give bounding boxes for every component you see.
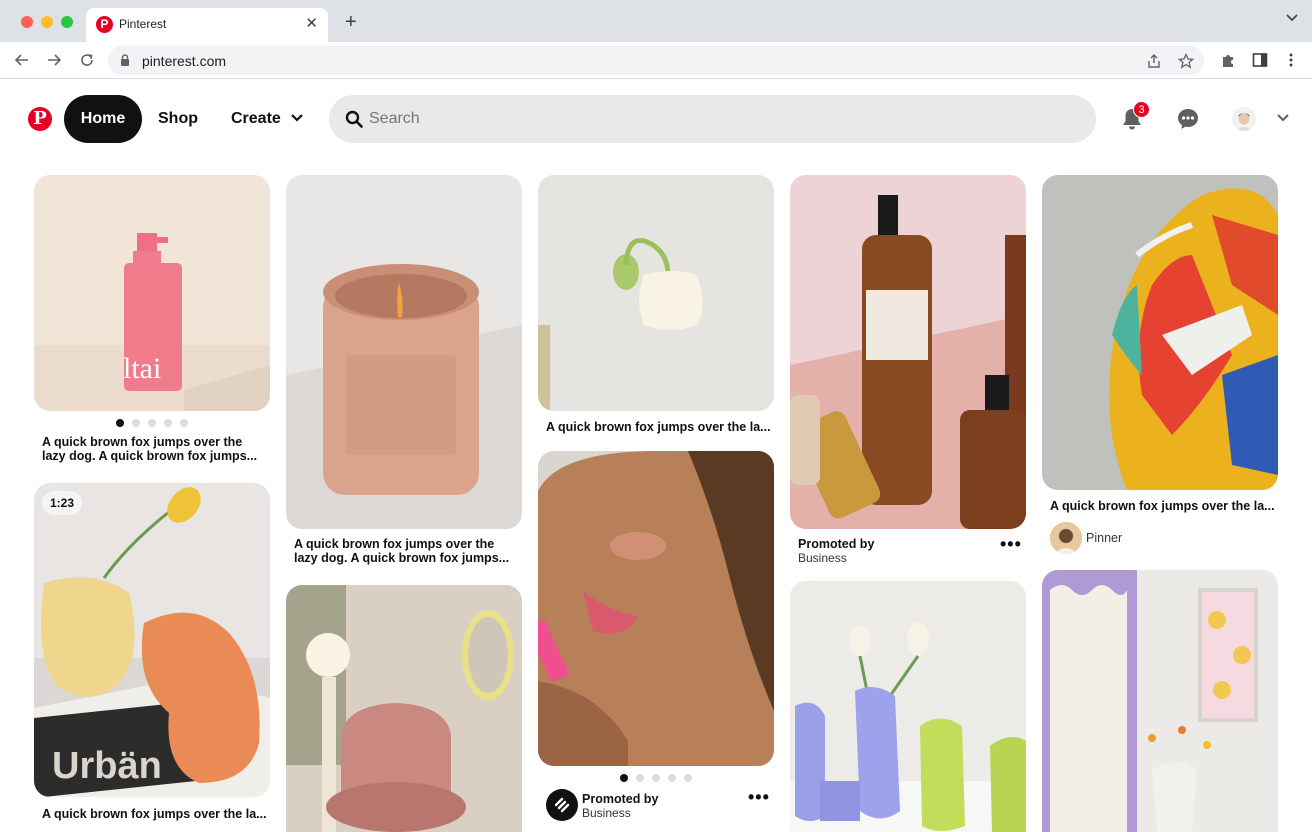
wall-sconce-image xyxy=(538,175,774,411)
serum-carousel-dots[interactable] xyxy=(116,419,188,427)
pin-caption-serum[interactable]: A quick brown fox jumps over the lazy do… xyxy=(42,435,257,463)
vases-tulip-image: Urbän xyxy=(34,483,270,797)
pin-image-sneaker[interactable] xyxy=(1042,175,1278,490)
nav-create-dropdown[interactable]: Create xyxy=(231,110,281,128)
search-bar[interactable] xyxy=(329,95,1096,143)
caption-line: lazy dog. A quick brown fox jumps... xyxy=(42,449,258,463)
carousel-dot[interactable] xyxy=(164,419,172,427)
minimize-window-button[interactable] xyxy=(41,16,53,28)
pinterest-favicon-icon: P xyxy=(96,16,113,33)
side-panel-icon[interactable] xyxy=(1252,52,1268,68)
tab-title: Pinterest xyxy=(119,17,167,31)
user-avatar[interactable] xyxy=(1232,107,1256,131)
pin-image-candle[interactable] xyxy=(286,175,522,529)
back-arrow-icon[interactable] xyxy=(13,51,31,69)
avatar-face-image xyxy=(1232,107,1256,131)
browser-menu-kebab-icon[interactable] xyxy=(1283,52,1299,68)
pin-caption-vases[interactable]: A quick brown fox jumps over the la... xyxy=(42,807,267,821)
caption-line: A quick brown fox jumps over the xyxy=(294,537,495,551)
logo-glyph: P xyxy=(33,108,47,129)
pinner-name[interactable]: Pinner xyxy=(1086,531,1122,545)
svg-text:Urbän: Urbän xyxy=(52,745,162,787)
pin-video-vases[interactable]: Urbän xyxy=(34,483,270,797)
pin-caption-sneaker[interactable]: A quick brown fox jumps over the la... xyxy=(1050,499,1275,513)
wavy-vases-tulips-image xyxy=(790,581,1026,832)
carousel-dot[interactable] xyxy=(180,419,188,427)
forward-arrow-icon[interactable] xyxy=(45,51,63,69)
browser-tab-bar: P Pinterest ✕ + xyxy=(0,0,1312,42)
maximize-window-button[interactable] xyxy=(61,16,73,28)
carousel-dot[interactable] xyxy=(684,774,692,782)
pin-image-aesop[interactable] xyxy=(790,175,1026,529)
carousel-dot[interactable] xyxy=(116,419,124,427)
sneaker-image xyxy=(1042,175,1278,490)
business-name[interactable]: Business xyxy=(582,806,631,820)
wavy-mirror-image xyxy=(1042,570,1278,832)
pinner-avatar[interactable] xyxy=(1050,522,1082,554)
candle-image xyxy=(286,175,522,529)
pin-image-portrait[interactable] xyxy=(538,451,774,766)
promoted-by-label: Promoted by xyxy=(582,792,659,806)
lock-icon xyxy=(121,54,129,66)
close-window-button[interactable] xyxy=(21,16,33,28)
svg-text:ltai: ltai xyxy=(123,352,161,385)
nav-home-button[interactable]: Home xyxy=(64,95,142,143)
pin-image-wavy-mirror[interactable] xyxy=(1042,570,1278,832)
address-bar[interactable]: pinterest.com xyxy=(108,46,1204,75)
messages-chat-icon[interactable] xyxy=(1176,107,1200,131)
carousel-dot[interactable] xyxy=(652,774,660,782)
pin-caption-lamp[interactable]: A quick brown fox jumps over the la... xyxy=(546,420,771,434)
pin-caption-candle[interactable]: A quick brown fox jumps over the lazy do… xyxy=(294,537,509,565)
carousel-dot[interactable] xyxy=(668,774,676,782)
url-text: pinterest.com xyxy=(142,53,227,69)
more-options-icon[interactable]: ••• xyxy=(1000,535,1022,553)
close-tab-icon[interactable]: ✕ xyxy=(305,16,318,32)
video-duration-badge: 1:23 xyxy=(42,491,83,515)
carousel-dot[interactable] xyxy=(132,419,140,427)
chevron-down-icon[interactable] xyxy=(1286,14,1298,22)
caption-line: A quick brown fox jumps over the xyxy=(42,435,243,449)
portrait-carousel-dots[interactable] xyxy=(620,774,692,782)
share-icon[interactable] xyxy=(1146,53,1162,69)
pin-image-wall-lamp[interactable] xyxy=(538,175,774,411)
business-logo-avatar[interactable] xyxy=(546,789,578,821)
carousel-dot[interactable] xyxy=(636,774,644,782)
pin-image-wavy-vases[interactable] xyxy=(790,581,1026,832)
pin-image-serum-bottle[interactable]: ltai xyxy=(34,175,270,411)
chair-lamp-mirror-image xyxy=(286,585,522,832)
carousel-dot[interactable] xyxy=(620,774,628,782)
search-icon xyxy=(345,110,363,128)
notification-count-badge: 3 xyxy=(1133,101,1150,118)
pinterest-logo-icon[interactable]: P xyxy=(28,107,52,131)
chevron-down-icon[interactable] xyxy=(291,114,303,122)
squarespace-logo-icon xyxy=(554,797,570,813)
account-chevron-down-icon[interactable] xyxy=(1277,114,1289,122)
extensions-puzzle-icon[interactable] xyxy=(1220,52,1236,68)
reload-icon[interactable] xyxy=(78,51,96,69)
bookmark-star-icon[interactable] xyxy=(1178,53,1194,69)
nav-shop-link[interactable]: Shop xyxy=(158,110,198,128)
more-options-icon[interactable]: ••• xyxy=(748,788,770,806)
portrait-lipstick-image xyxy=(538,451,774,766)
browser-tab[interactable]: P Pinterest ✕ xyxy=(86,8,328,42)
pin-image-chair-lamp[interactable] xyxy=(286,585,522,832)
browser-toolbar: pinterest.com xyxy=(0,42,1312,79)
business-name[interactable]: Business xyxy=(798,551,847,565)
carousel-dot[interactable] xyxy=(148,419,156,427)
pinner-face-image xyxy=(1050,522,1082,554)
aesop-bottles-image xyxy=(790,175,1026,529)
search-input[interactable] xyxy=(369,95,1069,143)
new-tab-button[interactable]: + xyxy=(345,12,357,32)
serum-bottle-image: ltai xyxy=(34,175,270,411)
promoted-by-label: Promoted by xyxy=(798,537,875,551)
caption-line: lazy dog. A quick brown fox jumps... xyxy=(294,551,510,565)
